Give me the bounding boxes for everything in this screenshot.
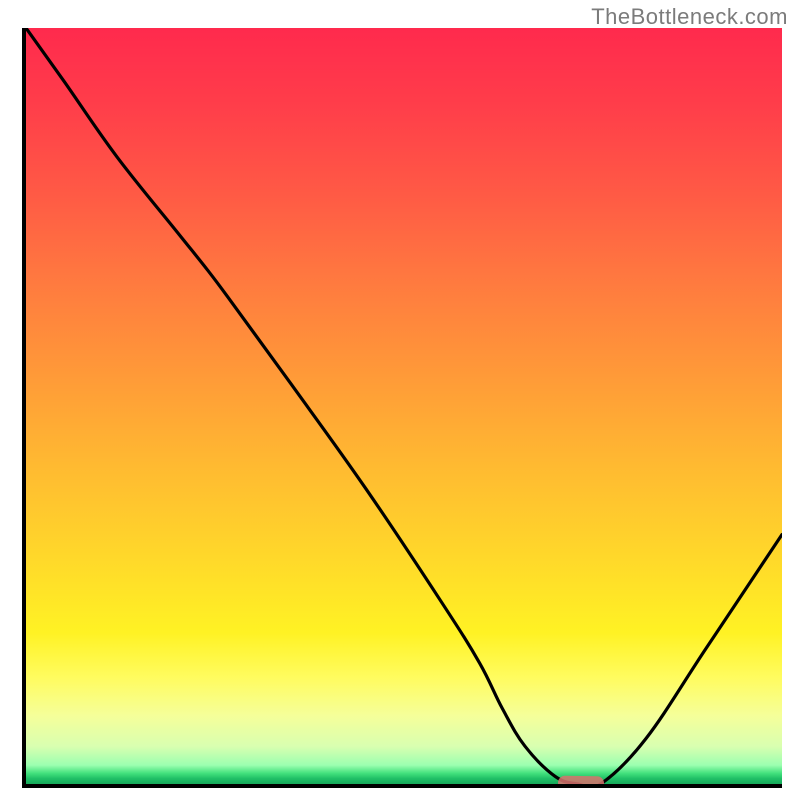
chart-frame: TheBottleneck.com — [0, 0, 800, 800]
watermark-text: TheBottleneck.com — [591, 4, 788, 30]
optimal-marker — [558, 776, 604, 788]
curve-svg — [26, 28, 782, 784]
plot-area — [22, 28, 782, 788]
bottleneck-curve — [26, 28, 782, 788]
